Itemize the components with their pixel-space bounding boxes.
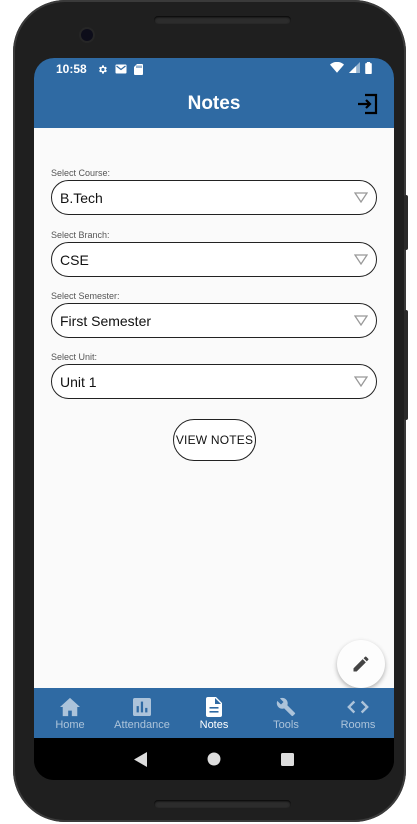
gmail-icon (115, 64, 127, 74)
semester-value: First Semester (60, 312, 152, 329)
branch-field: Select Branch: CSE (51, 230, 377, 277)
nav-item-notes[interactable]: Notes (178, 688, 250, 738)
home-system-button[interactable] (204, 749, 224, 769)
unit-label: Select Unit: (51, 352, 98, 362)
sd-card-icon (133, 63, 143, 75)
branch-label: Select Branch: (51, 230, 110, 240)
home-circle-icon (207, 752, 221, 766)
power-button[interactable] (404, 195, 408, 250)
pencil-icon (353, 656, 369, 672)
semester-label: Select Semester: (51, 291, 120, 301)
code-icon (347, 697, 369, 717)
course-label: Select Course: (51, 168, 111, 178)
branch-select[interactable]: CSE (51, 242, 377, 277)
view-notes-button[interactable]: VIEW NOTES (173, 419, 256, 461)
nav-label-attendance: Attendance (114, 719, 170, 731)
course-field: Select Course: B.Tech (51, 168, 377, 215)
home-icon (59, 697, 81, 717)
wifi-icon (330, 61, 344, 76)
bottom-speaker (154, 800, 291, 808)
dropdown-caret-icon (354, 315, 368, 326)
nav-label-home: Home (55, 719, 85, 731)
recents-square-icon (280, 752, 294, 766)
back-triangle-icon (133, 751, 147, 767)
page-title: Notes (187, 93, 241, 114)
logout-icon (358, 93, 378, 115)
document-icon (203, 697, 225, 717)
nav-item-rooms[interactable]: Rooms (322, 688, 394, 738)
nav-label-tools: Tools (273, 719, 299, 731)
back-button[interactable] (131, 749, 151, 769)
semester-field: Select Semester: First Semester (51, 291, 377, 338)
volume-button[interactable] (404, 310, 408, 420)
status-bar: 10:58 (34, 58, 394, 80)
bottom-navigation: Home Attendance Notes Tools Rooms (34, 688, 394, 738)
nav-item-attendance[interactable]: Attendance (106, 688, 178, 738)
unit-field: Select Unit: Unit 1 (51, 352, 377, 399)
battery-icon (365, 61, 372, 77)
dropdown-caret-icon (354, 254, 368, 265)
app-bar: Notes (34, 80, 394, 128)
logout-button[interactable] (354, 90, 382, 118)
notes-form: Select Course: B.Tech Select Branch: CSE… (34, 128, 394, 750)
unit-select[interactable]: Unit 1 (51, 364, 377, 399)
nav-item-tools[interactable]: Tools (250, 688, 322, 738)
chart-icon (131, 697, 153, 717)
system-navigation-bar (34, 738, 394, 780)
nav-label-rooms: Rooms (340, 719, 376, 731)
course-select[interactable]: B.Tech (51, 180, 377, 215)
dropdown-caret-icon (354, 376, 368, 387)
screen: 10:58 Notes Select Course: B.Tech Select… (34, 58, 394, 780)
unit-value: Unit 1 (60, 373, 97, 390)
wrench-icon (275, 697, 297, 717)
nav-item-home[interactable]: Home (34, 688, 106, 738)
signal-icon (349, 62, 360, 76)
nav-label-notes: Notes (199, 719, 229, 731)
branch-value: CSE (60, 251, 89, 268)
front-camera (81, 29, 93, 41)
edit-fab-button[interactable] (337, 640, 385, 688)
recents-button[interactable] (277, 749, 297, 769)
earpiece-speaker (154, 16, 291, 24)
dropdown-caret-icon (354, 192, 368, 203)
course-value: B.Tech (60, 189, 103, 206)
settings-icon (97, 64, 108, 75)
semester-select[interactable]: First Semester (51, 303, 377, 338)
status-time: 10:58 (56, 62, 87, 76)
